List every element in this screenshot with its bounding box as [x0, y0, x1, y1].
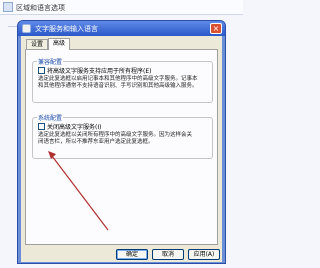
- dialog-body: 设置 高级 兼容配置 将高级文字服务支持应用于所有程序(E) 选定此复选框以启用…: [21, 36, 222, 262]
- text-services-dialog: 文字服务和输入语言 × 设置 高级 兼容配置 将高级文字服务支持应用于所有程序(…: [17, 20, 226, 264]
- advanced-tab-panel: 兼容配置 将高级文字服务支持应用于所有程序(E) 选定此复选框以启用记事本和其他…: [25, 49, 218, 245]
- keyboard-icon: [22, 24, 31, 33]
- cancel-button[interactable]: 取消: [152, 249, 184, 260]
- compat-description: 选定此复选框以启用记事本和其他程序中的高级文字服务。记事本 和其他程序通常不支持…: [38, 76, 198, 89]
- ok-button[interactable]: 确定: [116, 249, 148, 260]
- dialog-title: 文字服务和输入语言: [35, 25, 98, 33]
- tab-settings[interactable]: 设置: [26, 39, 48, 49]
- outer-window-titlebar: 区域和语言选项: [0, 0, 243, 15]
- system-config-group: 系统配置 关闭高级文字服务(I) 选定此复选框以关闭所有程序中的高级文字服务。因…: [32, 113, 213, 159]
- dialog-titlebar[interactable]: 文字服务和输入语言 ×: [18, 21, 225, 36]
- globe-icon: [3, 2, 13, 12]
- tab-advanced[interactable]: 高级: [48, 38, 70, 50]
- apply-all-programs-option[interactable]: 将高级文字服务支持应用于所有程序(E): [38, 66, 151, 75]
- apply-button[interactable]: 应用(A): [188, 249, 220, 260]
- checkbox-label[interactable]: 关闭高级文字服务(I): [47, 122, 101, 131]
- close-button[interactable]: ×: [210, 23, 222, 34]
- turn-off-text-services-checkbox[interactable]: [38, 122, 45, 130]
- compat-config-group: 兼容配置 将高级文字服务支持应用于所有程序(E) 选定此复选框以启用记事本和其他…: [32, 57, 213, 103]
- system-description: 选定此复选框以关闭所有程序中的高级文字服务。因为这样会关 闭语言栏，所以不推荐东…: [38, 132, 193, 145]
- outer-window-title: 区域和语言选项: [16, 4, 65, 12]
- apply-all-programs-checkbox[interactable]: [38, 66, 45, 74]
- checkbox-label[interactable]: 将高级文字服务支持应用于所有程序(E): [47, 66, 151, 75]
- turn-off-text-services-option[interactable]: 关闭高级文字服务(I): [38, 122, 101, 131]
